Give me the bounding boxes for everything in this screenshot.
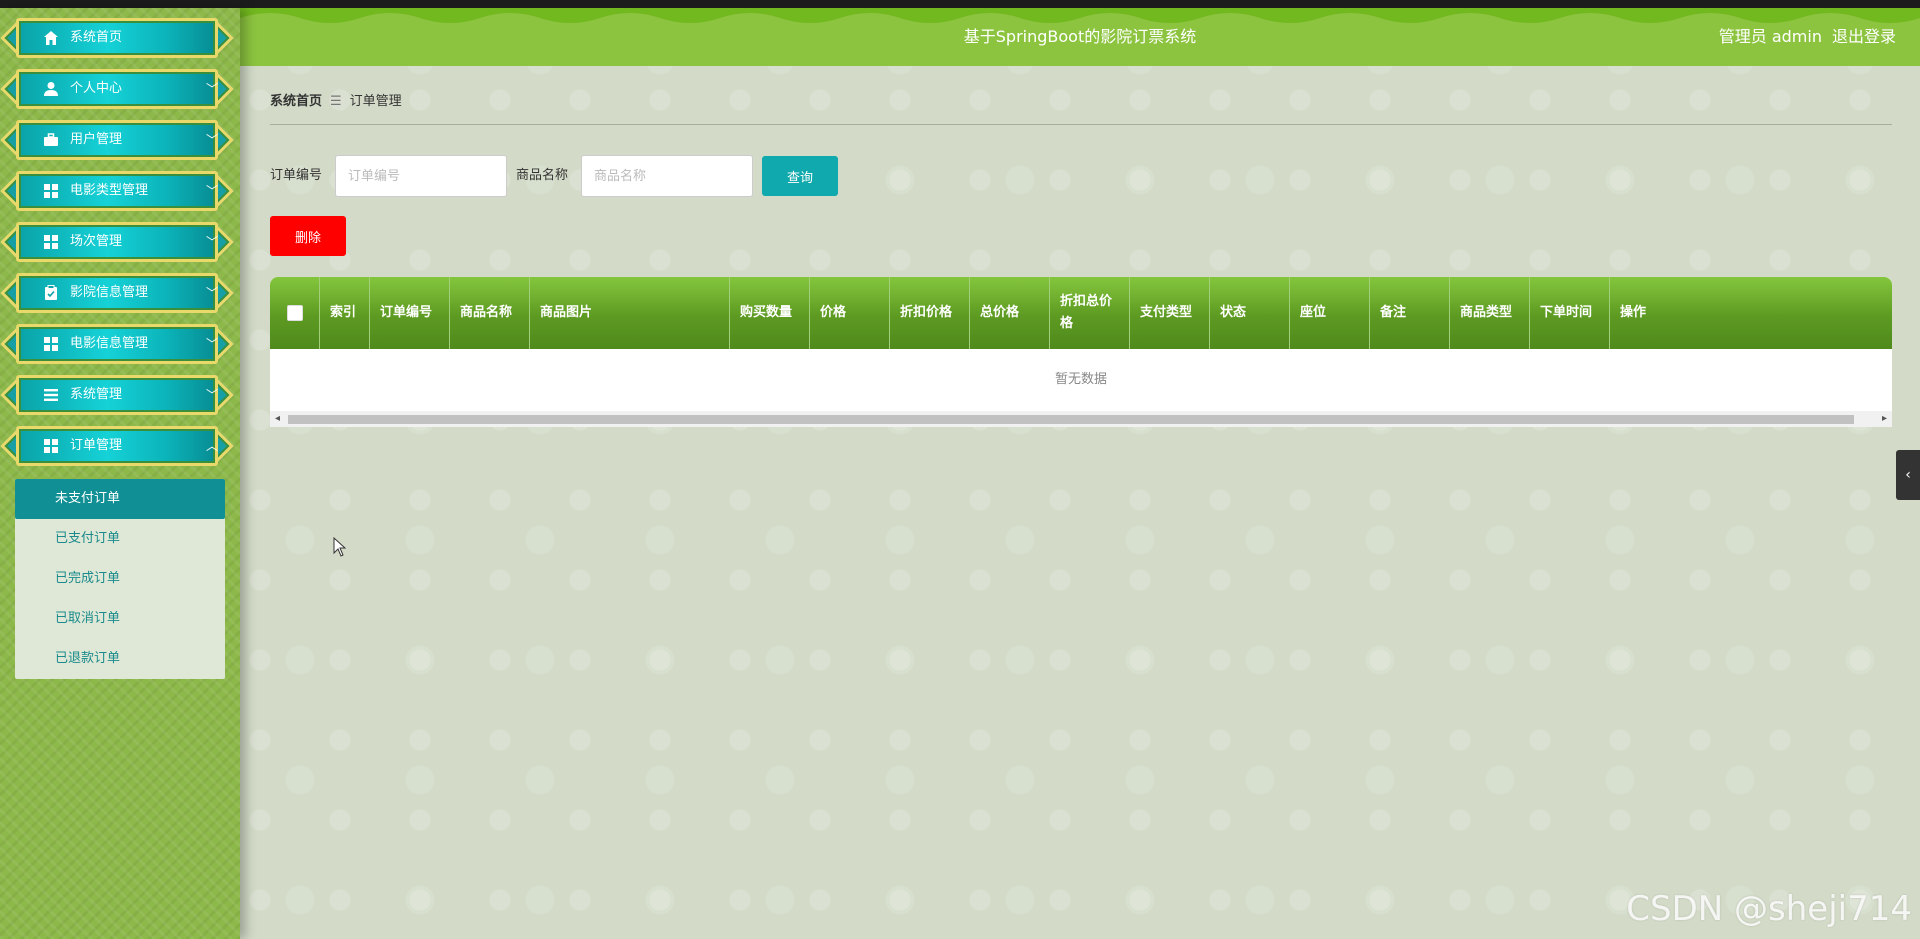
chevron-down-icon: ﹀ xyxy=(206,184,219,198)
scroll-left-arrow-icon[interactable]: ◂ xyxy=(275,414,280,424)
app-title: 基于SpringBoot的影院订票系统 xyxy=(963,27,1197,46)
table-header: 索引 订单编号 商品名称 商品图片 购买数量 价格 折扣价格 总价格 折扣总价格… xyxy=(270,277,1892,349)
sidebar-item-profile[interactable]: 个人中心 ﹀ xyxy=(0,67,234,111)
breadcrumb-current: 订单管理 xyxy=(349,94,402,109)
product-name-label: 商品名称 xyxy=(516,168,569,183)
csdn-watermark: CSDN @sheji714 xyxy=(1626,889,1912,929)
col-header-actions: 操作 xyxy=(1620,305,1647,320)
page-background xyxy=(0,0,1920,939)
col-header-product-type: 商品类型 xyxy=(1450,277,1530,349)
home-icon xyxy=(44,31,58,45)
sidebar-item-system[interactable]: 系统管理 ﹀ xyxy=(0,373,234,417)
chevron-left-icon[interactable]: ‹ xyxy=(1896,450,1920,500)
col-header-quantity: 购买数量 xyxy=(730,277,810,349)
grid-icon xyxy=(44,184,58,198)
select-all-cell xyxy=(270,277,320,349)
table-empty-text: 暂无数据 xyxy=(1054,372,1107,387)
chevron-down-icon: ﹀ xyxy=(206,133,219,147)
sidebar-item-orders[interactable]: 订单管理 ︿ xyxy=(0,424,234,468)
sidebar-item-cinema-info[interactable]: 影院信息管理 ﹀ xyxy=(0,271,234,315)
col-header-payment-type: 支付类型 xyxy=(1130,277,1210,349)
col-header-remark: 备注 xyxy=(1370,277,1450,349)
col-header-discount-total-text: 折扣总价格 xyxy=(1060,294,1113,331)
sidebar-item-label: 系统首页 xyxy=(70,30,123,45)
delete-button[interactable]: 删除 xyxy=(270,216,346,256)
col-header-total-price: 总价格 xyxy=(970,277,1050,349)
list-icon xyxy=(44,389,58,401)
submenu-item-paid[interactable]: 已支付订单 xyxy=(15,519,225,559)
breadcrumb-home[interactable]: 系统首页 xyxy=(270,94,322,109)
submenu-item-cancelled[interactable]: 已取消订单 xyxy=(15,599,225,639)
sidebar-item-movie-types[interactable]: 电影类型管理 ﹀ xyxy=(0,169,234,213)
orders-table: 索引 订单编号 商品名称 商品图片 购买数量 价格 折扣价格 总价格 折扣总价格… xyxy=(270,277,1892,427)
select-all-checkbox[interactable] xyxy=(286,305,303,321)
col-header-order-time: 下单时间 xyxy=(1530,277,1610,349)
submenu-item-unpaid[interactable]: 未支付订单 xyxy=(15,479,225,519)
clipboard-icon xyxy=(45,285,57,300)
sidebar-item-label: 用户管理 xyxy=(70,132,123,147)
header-wave-decoration xyxy=(240,8,1920,23)
chevron-down-icon: ﹀ xyxy=(206,337,219,351)
sidebar-item-label: 影院信息管理 xyxy=(70,285,149,300)
col-header-product-image: 商品图片 xyxy=(530,277,730,349)
col-header-index: 索引 xyxy=(320,277,370,349)
sidebar-item-label: 场次管理 xyxy=(70,234,123,249)
user-icon xyxy=(44,82,58,96)
table-horizontal-scrollbar[interactable]: ◂ ▸ xyxy=(270,411,1892,427)
breadcrumb: 系统首页 ☰ 订单管理 xyxy=(270,92,402,112)
order-no-input[interactable] xyxy=(335,155,507,197)
col-header-discount-price: 折扣价格 xyxy=(890,277,970,349)
sidebar-item-label: 个人中心 xyxy=(70,81,123,96)
col-header-seat: 座位 xyxy=(1290,277,1370,349)
chevron-down-icon: ﹀ xyxy=(206,388,219,402)
sidebar-item-label: 系统管理 xyxy=(70,387,123,402)
scrollbar-thumb[interactable] xyxy=(288,415,1854,424)
submenu-item-refunded[interactable]: 已退款订单 xyxy=(15,639,225,679)
col-header-order-no: 订单编号 xyxy=(370,277,450,349)
grid-icon xyxy=(44,439,58,453)
submenu-item-completed[interactable]: 已完成订单 xyxy=(15,559,225,599)
col-header-status: 状态 xyxy=(1210,277,1290,349)
product-name-input[interactable] xyxy=(581,155,753,197)
logout-link[interactable]: 退出登录 xyxy=(1832,26,1896,48)
col-header-discount-total: 折扣总价格 xyxy=(1050,277,1130,349)
grid-icon xyxy=(44,337,58,351)
breadcrumb-divider xyxy=(270,124,1892,125)
chevron-down-icon: ﹀ xyxy=(206,235,219,249)
sidebar-item-users[interactable]: 用户管理 ﹀ xyxy=(0,118,234,162)
top-header: 基于SpringBoot的影院订票系统 管理员 admin 退出登录 xyxy=(240,8,1920,66)
orders-submenu: 未支付订单 已支付订单 已完成订单 已取消订单 已退款订单 xyxy=(15,479,225,679)
scroll-right-arrow-icon[interactable]: ▸ xyxy=(1882,414,1887,424)
col-header-product-name: 商品名称 xyxy=(450,277,530,349)
grid-icon xyxy=(44,235,58,249)
order-no-label: 订单编号 xyxy=(270,168,323,183)
sidebar-item-label: 订单管理 xyxy=(70,438,123,453)
sidebar-item-sessions[interactable]: 场次管理 ﹀ xyxy=(0,220,234,264)
window-top-strip xyxy=(0,0,1920,8)
breadcrumb-separator-icon: ☰ xyxy=(330,94,342,109)
briefcase-icon xyxy=(44,133,58,146)
sidebar-item-home[interactable]: 系统首页 xyxy=(0,16,234,60)
chevron-down-icon: ﹀ xyxy=(206,82,219,96)
sidebar-item-label: 电影类型管理 xyxy=(70,183,149,198)
col-header-price: 价格 xyxy=(810,277,890,349)
mouse-cursor-icon xyxy=(333,537,347,557)
chevron-up-icon: ︿ xyxy=(206,439,219,453)
chevron-down-icon: ﹀ xyxy=(206,286,219,300)
sidebar-item-movie-info[interactable]: 电影信息管理 ﹀ xyxy=(0,322,234,366)
current-user-label: 管理员 admin xyxy=(1718,27,1822,46)
query-button[interactable]: 查询 xyxy=(762,156,838,196)
sidebar-item-label: 电影信息管理 xyxy=(70,336,149,351)
